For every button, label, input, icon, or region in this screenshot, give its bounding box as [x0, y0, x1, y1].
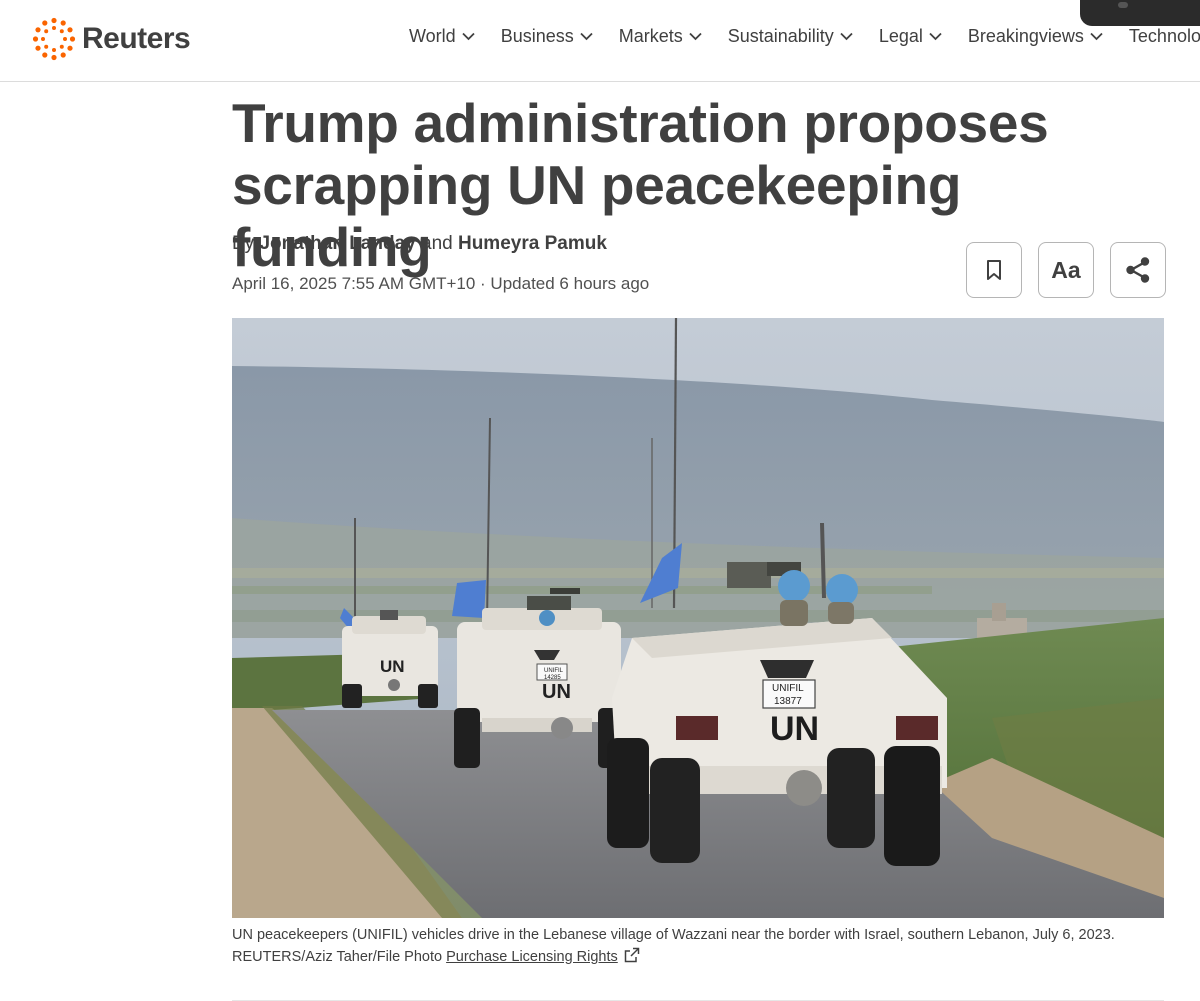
nav-item-sustainability[interactable]: Sustainability: [728, 26, 853, 47]
nav-item-technology[interactable]: Technology: [1129, 26, 1200, 47]
lead-photo[interactable]: UN UNIFIL 14285 UN UNIFIL 13877 UN: [232, 318, 1164, 918]
chevron-down-icon: [840, 32, 853, 41]
nav-item-label: Legal: [878, 26, 923, 46]
author-link[interactable]: Jonathan Landay: [259, 233, 415, 254]
chevron-down-icon: [580, 32, 593, 41]
svg-text:UN: UN: [770, 710, 819, 748]
nav-item-label: Breakingviews: [967, 26, 1084, 46]
main-nav: World Business Markets Sustainability Le…: [409, 26, 1200, 47]
dateline: April 16, 2025 7:55 AM GMT+10 · Updated …: [232, 274, 650, 293]
text-size-label: Aa: [1051, 256, 1081, 283]
photo-caption: UN peacekeepers (UNIFIL) vehicles drive …: [232, 924, 1164, 968]
reuters-logo[interactable]: Reuters: [32, 16, 191, 62]
caption-text: UN peacekeepers (UNIFIL) vehicles drive …: [232, 927, 1115, 943]
byline-conjunction: and: [421, 233, 453, 254]
chevron-down-icon: [689, 32, 702, 41]
nav-item-business[interactable]: Business: [501, 26, 593, 47]
text-size-button[interactable]: Aa: [1038, 242, 1094, 298]
photo-credit: REUTERS/Aziz Taher/File Photo: [232, 949, 443, 965]
byline: By Jonathan Landay and Humeyra Pamuk: [232, 233, 607, 255]
chevron-down-icon: [929, 32, 942, 41]
purchase-licensing-link[interactable]: Purchase Licensing Rights: [446, 949, 618, 965]
nav-item-markets[interactable]: Markets: [619, 26, 702, 47]
overlay-widget[interactable]: [1080, 0, 1200, 26]
handle-icon: [1118, 2, 1128, 8]
nav-item-label: Markets: [618, 26, 683, 46]
nav-item-legal[interactable]: Legal: [879, 26, 942, 47]
nav-item-label: Sustainability: [727, 26, 834, 46]
nav-item-label: World: [409, 26, 456, 46]
byline-prefix: By: [232, 233, 255, 254]
svg-text:UN: UN: [542, 681, 571, 703]
nav-item-breakingviews[interactable]: Breakingviews: [968, 26, 1103, 47]
article-tools: Aa: [966, 242, 1166, 298]
chevron-down-icon: [462, 32, 475, 41]
author-link[interactable]: Humeyra Pamuk: [458, 233, 607, 254]
nav-item-label: Technology: [1128, 26, 1200, 46]
logo-wordmark: Reuters: [82, 22, 191, 55]
bookmark-icon: [987, 260, 1001, 280]
nav-item-world[interactable]: World: [409, 26, 475, 47]
bookmark-button[interactable]: [966, 242, 1022, 298]
svg-text:13877: 13877: [774, 696, 802, 707]
svg-text:UNIFIL: UNIFIL: [772, 683, 804, 694]
svg-text:UNIFIL: UNIFIL: [544, 668, 564, 674]
reuters-logo-icon: [32, 17, 76, 61]
share-icon: [1126, 257, 1150, 283]
external-link-icon[interactable]: [624, 947, 640, 963]
svg-text:UN: UN: [380, 657, 405, 676]
nav-item-label: Business: [500, 26, 574, 46]
site-header: Reuters World Business Markets Sustainab…: [0, 0, 1200, 82]
chevron-down-icon: [1090, 32, 1103, 41]
share-button[interactable]: [1110, 242, 1166, 298]
